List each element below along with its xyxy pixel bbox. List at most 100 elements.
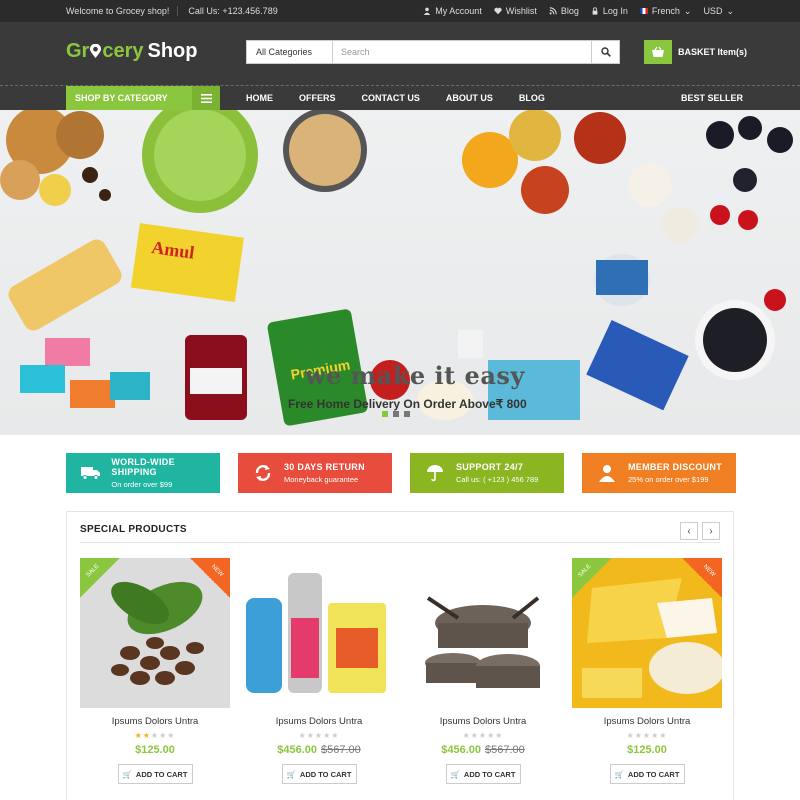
product-old-price: $567.00 xyxy=(485,744,525,756)
blog-label: Blog xyxy=(560,6,579,16)
divider xyxy=(80,542,720,543)
slider-dot[interactable] xyxy=(382,411,388,417)
product-image[interactable]: SALE NEW xyxy=(80,558,230,708)
add-to-cart-button[interactable]: 🛒 ADD TO CART xyxy=(281,764,357,784)
menu-icon xyxy=(192,86,220,110)
shop-by-category-button[interactable]: SHOP BY CATEGORY xyxy=(66,86,220,110)
my-account-label: My Account xyxy=(435,6,482,16)
product-price: $125.00 xyxy=(627,744,667,756)
currency-select[interactable]: USD ⌄ xyxy=(703,6,734,17)
main-nav: SHOP BY CATEGORY HOME OFFERS CONTACT US … xyxy=(0,86,800,110)
feature-strip: WORLD-WIDE SHIPPING On order over $99 30 … xyxy=(66,453,736,493)
add-to-cart-label: ADD TO CART xyxy=(299,769,352,779)
cart-icon: 🛒 xyxy=(286,769,296,779)
rss-icon xyxy=(549,7,557,15)
umbrella-icon xyxy=(424,462,446,484)
feature-return: 30 DAYS RETURN Moneyback guarantee xyxy=(238,453,392,493)
feature-title: WORLD-WIDE SHIPPING xyxy=(111,457,175,477)
product-list: SALE NEW Ipsums Dolors Untra ★★★★★ $125.… xyxy=(80,558,722,784)
product-name[interactable]: Ipsums Dolors Untra xyxy=(408,716,558,727)
add-to-cart-button[interactable]: 🛒 ADD TO CART xyxy=(609,764,685,784)
rating-stars: ★★★★★ xyxy=(298,731,340,740)
product-image[interactable] xyxy=(244,558,394,708)
feature-subtitle: On order over $99 xyxy=(111,480,173,489)
rating-stars: ★★★★★ xyxy=(626,731,668,740)
nav-home[interactable]: HOME xyxy=(246,93,273,103)
search-icon xyxy=(600,47,611,57)
section-title: SPECIAL PRODUCTS xyxy=(80,524,187,535)
logo-text-3: Shop xyxy=(147,40,198,62)
slider-dot[interactable] xyxy=(404,411,410,417)
product-card: Ipsums Dolors Untra ★★★★★ $456.00 $567.00… xyxy=(244,558,394,784)
my-account-link[interactable]: My Account xyxy=(423,6,482,16)
product-name[interactable]: Ipsums Dolors Untra xyxy=(244,716,394,727)
feature-subtitle: Moneyback guarantee xyxy=(284,475,359,484)
search-button[interactable] xyxy=(591,41,619,63)
france-flag-icon xyxy=(639,8,648,14)
basket-button[interactable]: BASKET Item(s) xyxy=(644,40,747,64)
category-select[interactable]: All Categories xyxy=(247,41,333,63)
product-price: $456.00 xyxy=(441,744,481,756)
login-link[interactable]: Log In xyxy=(591,6,628,16)
basket-icon-box xyxy=(644,40,672,64)
cart-icon: 🛒 xyxy=(450,769,460,779)
top-bar: Welcome to Grocey shop! Call Us: +123.45… xyxy=(0,0,800,22)
add-to-cart-label: ADD TO CART xyxy=(135,769,188,779)
currency-label: USD xyxy=(703,6,723,16)
product-image[interactable] xyxy=(408,558,558,708)
price-block: $125.00 xyxy=(572,744,722,756)
nav-offers[interactable]: OFFERS xyxy=(299,93,336,103)
new-ribbon: NEW xyxy=(682,558,722,598)
add-to-cart-button[interactable]: 🛒 ADD TO CART xyxy=(445,764,521,784)
feature-shipping: WORLD-WIDE SHIPPING On order over $99 xyxy=(66,453,220,493)
product-price: $456.00 xyxy=(277,744,317,756)
chevron-down-icon: ⌄ xyxy=(726,5,734,16)
refresh-icon xyxy=(252,462,274,484)
user-icon xyxy=(596,462,618,484)
special-products-panel: SPECIAL PRODUCTS ‹ › SALE NEW Ipsums Dol… xyxy=(66,511,734,800)
carousel-arrows: ‹ › xyxy=(680,522,720,540)
category-select-label: All Categories xyxy=(256,47,313,57)
search-bar: All Categories xyxy=(246,40,620,64)
price-block: $456.00 $567.00 xyxy=(408,744,558,756)
sale-ribbon: SALE xyxy=(80,558,120,598)
logo[interactable]: Gr cery Shop xyxy=(66,40,198,63)
chevron-right-icon: › xyxy=(709,525,713,537)
feature-title: SUPPORT 24/7 xyxy=(456,462,524,472)
product-image[interactable]: SALE NEW xyxy=(572,558,722,708)
feature-support: SUPPORT 24/7 Call us: ( +123 ) 456 789 xyxy=(410,453,564,493)
language-select[interactable]: French ⌄ xyxy=(639,6,691,17)
feature-title: 30 DAYS RETURN xyxy=(284,462,365,472)
banner-subline: Free Home Delivery On Order Above₹ 800 xyxy=(288,397,527,411)
cart-pin-icon xyxy=(90,44,102,58)
search-input[interactable] xyxy=(333,41,591,63)
cart-icon: 🛒 xyxy=(614,769,624,779)
logo-text-2: cery xyxy=(102,40,144,62)
product-name[interactable]: Ipsums Dolors Untra xyxy=(80,716,230,727)
slider-dot[interactable] xyxy=(393,411,399,417)
header: Gr cery Shop All Categories BASKET Item(… xyxy=(0,22,800,86)
prev-button[interactable]: ‹ xyxy=(680,522,698,540)
rating-stars: ★★★★★ xyxy=(134,731,176,740)
hero-banner: Amul Premium we make it easy Free Home D… xyxy=(0,110,800,435)
sale-label: SALE xyxy=(577,563,593,579)
rating-stars: ★★★★★ xyxy=(462,731,504,740)
logo-text-1: Gr xyxy=(66,40,90,62)
slider-dots xyxy=(382,411,410,417)
product-old-price: $567.00 xyxy=(321,744,361,756)
language-label: French xyxy=(651,6,680,16)
nav-links: HOME OFFERS CONTACT US ABOUT US BLOG xyxy=(246,86,545,110)
wishlist-link[interactable]: Wishlist xyxy=(494,6,537,16)
shop-by-category-label: SHOP BY CATEGORY xyxy=(75,93,168,103)
product-price: $125.00 xyxy=(135,744,175,756)
product-card: Ipsums Dolors Untra ★★★★★ $456.00 $567.00… xyxy=(408,558,558,784)
add-to-cart-button[interactable]: 🛒 ADD TO CART xyxy=(117,764,193,784)
nav-best-seller[interactable]: BEST SELLER xyxy=(681,86,743,110)
nav-contact-us[interactable]: CONTACT US xyxy=(362,93,420,103)
sale-ribbon: SALE xyxy=(572,558,612,598)
nav-about-us[interactable]: ABOUT US xyxy=(446,93,493,103)
blog-link[interactable]: Blog xyxy=(549,6,579,16)
nav-blog[interactable]: BLOG xyxy=(519,93,545,103)
product-name[interactable]: Ipsums Dolors Untra xyxy=(572,716,722,727)
next-button[interactable]: › xyxy=(702,522,720,540)
